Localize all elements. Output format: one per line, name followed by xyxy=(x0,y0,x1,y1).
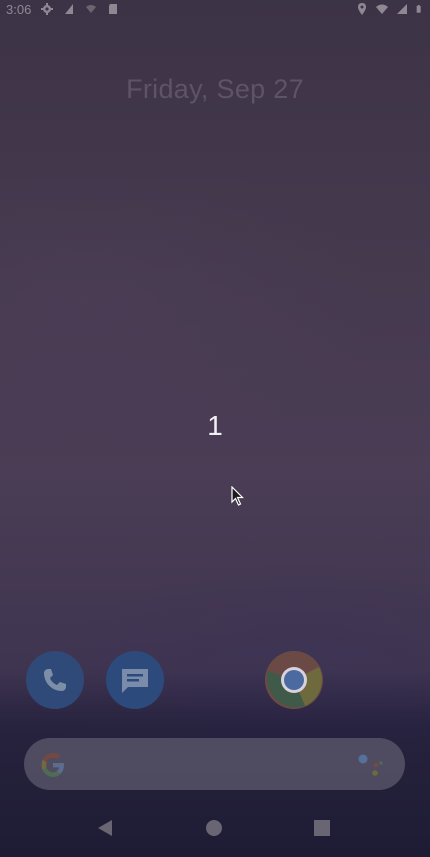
messages-app-button[interactable] xyxy=(106,651,164,709)
sd-card-icon xyxy=(109,4,118,14)
navigation-bar xyxy=(0,812,430,844)
phone-app-button[interactable] xyxy=(26,651,84,709)
data-icon xyxy=(65,4,74,14)
assistant-icon[interactable] xyxy=(357,752,385,778)
chrome-icon xyxy=(265,651,323,709)
wifi-icon xyxy=(376,4,388,14)
back-icon[interactable] xyxy=(96,819,114,837)
google-search-bar[interactable] xyxy=(24,738,405,790)
google-g-icon[interactable] xyxy=(39,751,67,779)
date-widget[interactable]: Friday, Sep 27 xyxy=(0,74,430,105)
overlay-number: 1 xyxy=(207,410,223,441)
cell-signal-icon xyxy=(397,4,407,14)
settings-icon xyxy=(41,3,54,15)
battery-icon xyxy=(416,5,421,13)
status-bar[interactable]: 3:06 xyxy=(0,0,430,18)
chrome-app-button[interactable] xyxy=(265,651,323,709)
recents-icon[interactable] xyxy=(313,819,331,837)
dock xyxy=(0,651,430,711)
messages-icon xyxy=(122,669,148,693)
status-left: 3:06 xyxy=(6,2,119,17)
home-icon[interactable] xyxy=(205,819,223,837)
location-icon xyxy=(358,3,366,15)
phone-icon xyxy=(44,669,66,691)
home-screen: 3:06 Friday, Sep 27 1 xyxy=(0,0,430,857)
status-time: 3:06 xyxy=(6,1,32,17)
signal-off-icon xyxy=(86,5,97,13)
mouse-cursor-icon xyxy=(231,486,244,506)
status-right xyxy=(356,3,424,15)
